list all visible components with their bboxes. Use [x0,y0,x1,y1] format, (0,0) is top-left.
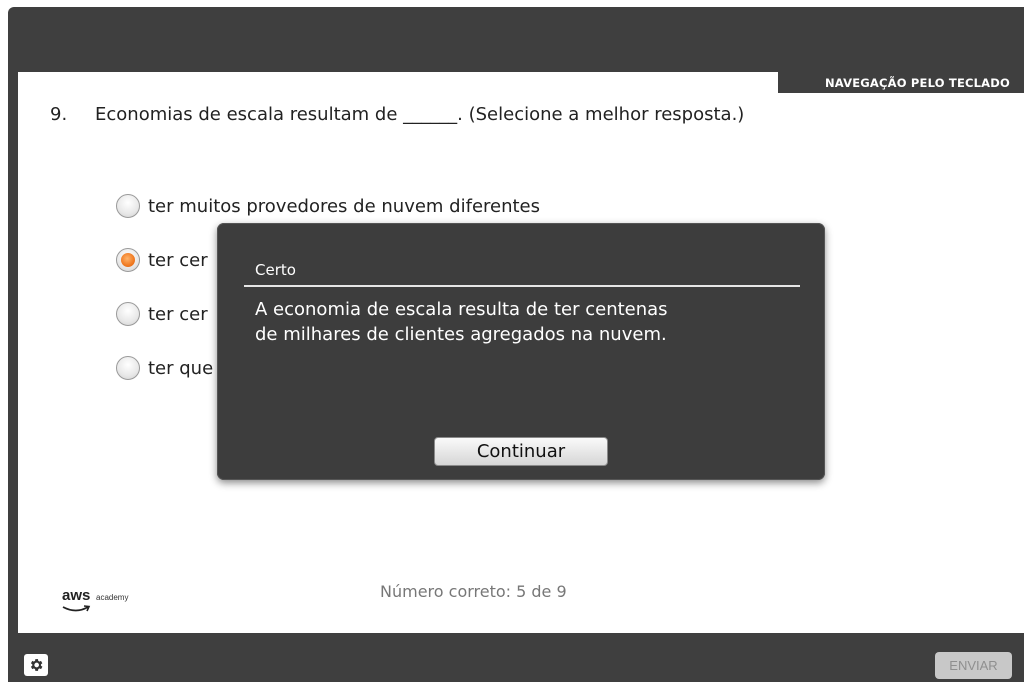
score-text: Número correto: 5 de 9 [380,582,567,601]
question-number: 9. [50,104,68,125]
answer-option-4[interactable]: ter que [116,355,213,381]
aws-logo-word: aws [62,587,91,604]
answer-option-3[interactable]: ter cer [116,301,208,327]
radio-button[interactable] [116,194,140,218]
answer-option-1[interactable]: ter muitos provedores de nuvem diferente… [116,193,540,219]
continue-button[interactable]: Continuar [434,437,608,466]
question-text: Economias de escala resultam de ______. … [95,104,745,125]
answer-option-2[interactable]: ter cer [116,247,208,273]
submit-button[interactable]: ENVIAR [935,652,1012,679]
aws-logo-sub: academy [96,593,129,602]
gear-icon [30,659,43,671]
feedback-message-line-1: A economia de escala resulta de ter cent… [255,299,668,320]
option-label: ter que [148,357,214,379]
radio-button[interactable] [116,356,140,380]
option-label: ter cer [148,249,208,271]
aws-smile-icon [62,605,91,612]
aws-academy-logo: aws academy [62,587,172,619]
feedback-message: A economia de escala resulta de ter cent… [255,297,775,347]
radio-button-selected[interactable] [116,248,140,272]
option-label: ter muitos provedores de nuvem diferente… [148,195,541,217]
keyboard-navigation-link[interactable]: NAVEGAÇÃO PELO TECLADO [778,72,1024,93]
feedback-message-line-2: de milhares de clientes agregados na nuv… [255,324,667,345]
feedback-dialog: Certo A economia de escala resulta de te… [217,223,825,480]
settings-button[interactable] [24,654,48,676]
feedback-title: Certo [255,261,296,279]
radio-button[interactable] [116,302,140,326]
feedback-divider [244,285,800,287]
option-label: ter cer [148,303,208,325]
